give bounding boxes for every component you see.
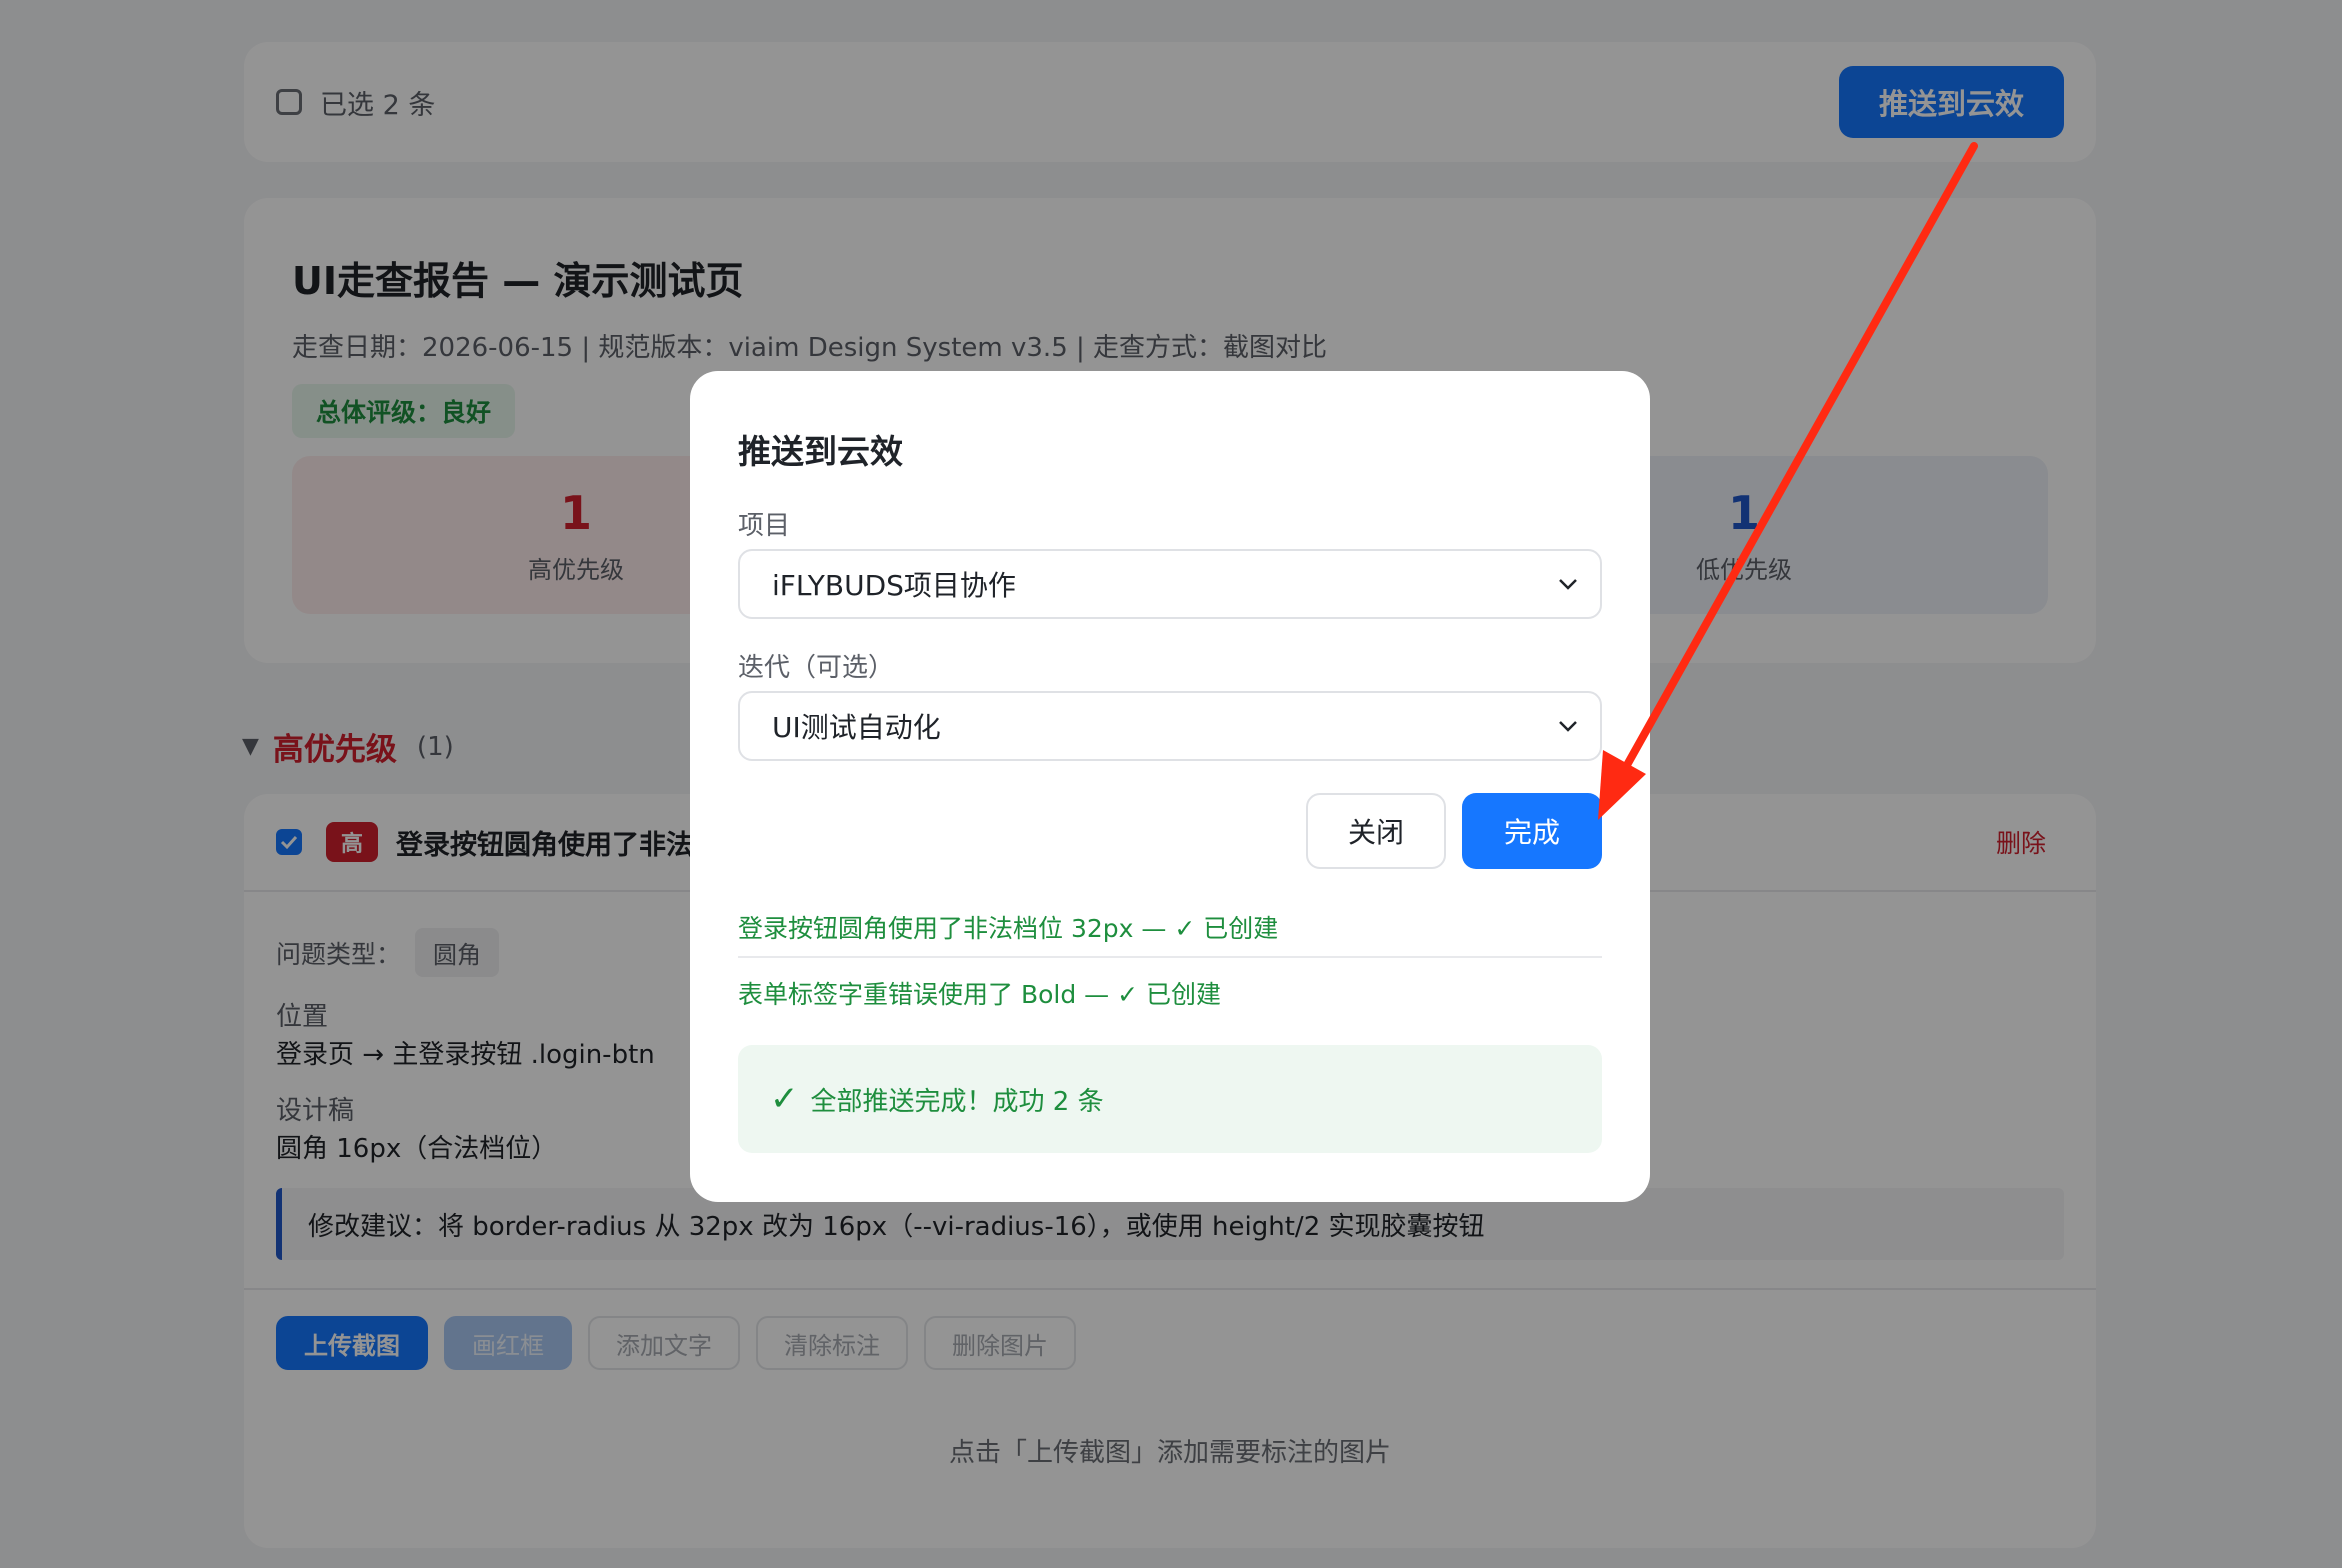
- divider: [738, 956, 1602, 958]
- check-icon: ✓: [770, 1079, 799, 1119]
- done-button[interactable]: 完成: [1462, 793, 1602, 869]
- iteration-select-value: UI测试自动化: [772, 711, 941, 744]
- push-result-item: 登录按钮圆角使用了非法档位 32px — ✓ 已创建: [738, 914, 1279, 943]
- iteration-label: 迭代（可选）: [738, 653, 895, 683]
- page: 已选 2 条 推送到云效 UI走查报告 — 演示测试页 走查日期：2026-06…: [0, 0, 2342, 1568]
- chevron-down-icon: [1550, 708, 1586, 744]
- iteration-select[interactable]: UI测试自动化: [738, 691, 1602, 761]
- project-select-value: iFLYBUDS项目协作: [772, 569, 1016, 602]
- project-label: 项目: [738, 511, 791, 541]
- close-button[interactable]: 关闭: [1306, 793, 1446, 869]
- modal-title: 推送到云效: [738, 432, 903, 471]
- chevron-down-icon: [1550, 566, 1586, 602]
- push-result-item: 表单标签字重错误使用了 Bold — ✓ 已创建: [738, 980, 1221, 1009]
- project-select[interactable]: iFLYBUDS项目协作: [738, 549, 1602, 619]
- success-text: 全部推送完成！成功 2 条: [810, 1086, 1104, 1117]
- push-modal: 推送到云效 项目 iFLYBUDS项目协作 迭代（可选） UI测试自动化 关闭 …: [690, 371, 1650, 1202]
- push-success-banner: ✓ 全部推送完成！成功 2 条: [738, 1045, 1602, 1153]
